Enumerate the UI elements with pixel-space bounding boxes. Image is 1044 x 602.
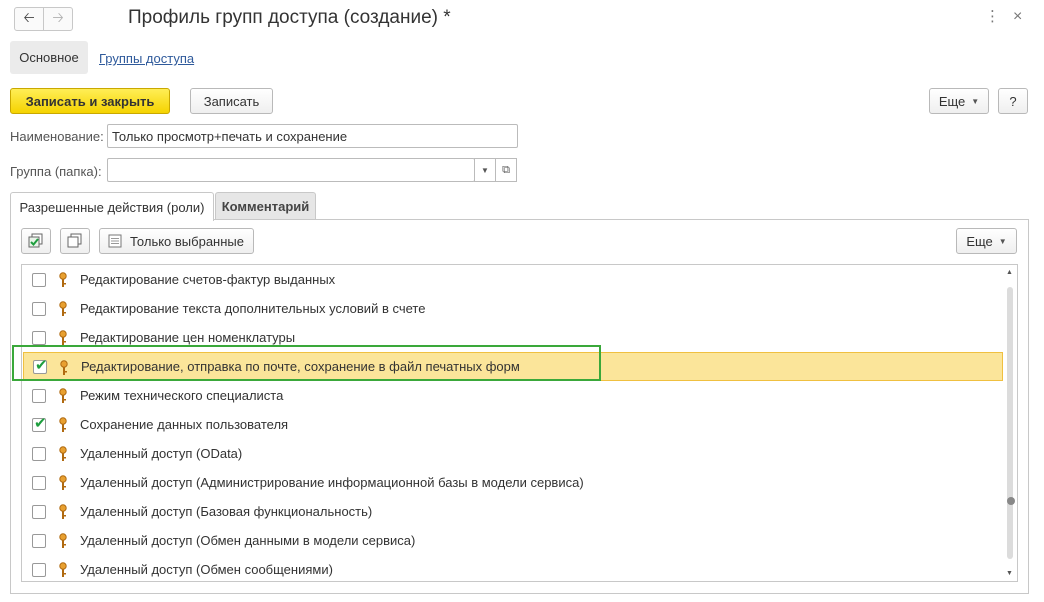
key-icon <box>59 272 67 287</box>
save-and-close-button[interactable]: Записать и закрыть <box>10 88 170 114</box>
key-icon <box>59 388 67 403</box>
chevron-down-icon: ▼ <box>971 96 980 106</box>
arrow-left-icon: 🡠 <box>23 9 35 25</box>
list-item[interactable]: Редактирование счетов-фактур выданных <box>22 265 1005 294</box>
more-button[interactable]: Еще ▼ <box>929 88 989 114</box>
list-more-label: Еще <box>966 233 993 249</box>
check-all-icon <box>28 233 43 248</box>
only-selected-button[interactable]: Только выбранные <box>99 228 254 254</box>
list-icon <box>108 234 122 248</box>
more-vertical-icon[interactable]: ⋮ <box>985 8 1000 26</box>
role-label: Редактирование цен номенклатуры <box>80 330 296 345</box>
only-selected-label: Только выбранные <box>130 233 244 249</box>
list-item[interactable]: Удаленный доступ (Администрирование инфо… <box>22 468 1005 497</box>
check-icon: ✔ <box>35 356 48 374</box>
list-item-selected[interactable]: ✔ Редактирование, отправка по почте, сох… <box>23 352 1003 381</box>
group-field[interactable] <box>107 158 475 182</box>
list-item[interactable]: Удаленный доступ (OData) <box>22 439 1005 468</box>
help-button[interactable]: ? <box>998 88 1028 114</box>
check-icon: ✔ <box>34 414 47 432</box>
list-scrollbar[interactable]: ▲ ▼ <box>1005 269 1015 577</box>
key-icon <box>59 446 67 461</box>
name-label: Наименование: <box>10 129 104 144</box>
key-icon <box>59 301 67 316</box>
back-button[interactable]: 🡠 <box>14 7 44 31</box>
close-icon[interactable]: × <box>1013 8 1022 26</box>
uncheck-all-button[interactable] <box>60 228 90 254</box>
key-icon <box>59 504 67 519</box>
more-button-label: Еще <box>938 93 966 109</box>
open-window-icon: ⧉ <box>502 163 510 176</box>
role-label: Удаленный доступ (Базовая функциональнос… <box>80 504 373 519</box>
group-dropdown-button[interactable]: ▼ <box>474 158 496 182</box>
group-label: Группа (папка): <box>10 164 102 179</box>
key-icon <box>59 417 67 432</box>
scroll-track[interactable] <box>1007 287 1015 559</box>
forward-button[interactable]: 🡢 <box>43 7 73 31</box>
scroll-down-icon[interactable]: ▼ <box>1006 570 1013 577</box>
role-checkbox[interactable] <box>32 330 46 345</box>
role-label: Удаленный доступ (Обмен данными в модели… <box>80 533 416 548</box>
window-title: Профиль групп доступа (создание) * <box>128 7 451 28</box>
role-label: Редактирование счетов-фактур выданных <box>80 272 336 287</box>
check-all-button[interactable] <box>21 228 51 254</box>
tab-roles[interactable]: Разрешенные действия (роли) <box>10 192 214 221</box>
role-checkbox[interactable]: ✔ <box>32 414 47 432</box>
chevron-down-icon: ▼ <box>481 165 489 175</box>
role-label: Режим технического специалиста <box>80 388 284 403</box>
list-item[interactable]: ✔ Сохранение данных пользователя <box>22 410 1005 439</box>
roles-list: Редактирование счетов-фактур выданных Ре… <box>21 264 1018 582</box>
role-checkbox[interactable] <box>32 301 46 316</box>
uncheck-all-icon <box>67 233 82 248</box>
role-label: Редактирование, отправка по почте, сохра… <box>81 359 520 374</box>
key-icon <box>59 475 67 490</box>
key-icon <box>59 330 67 345</box>
role-label: Сохранение данных пользователя <box>80 417 289 432</box>
role-checkbox[interactable] <box>32 475 46 490</box>
list-more-button[interactable]: Еще ▼ <box>956 228 1017 254</box>
key-icon <box>60 360 68 375</box>
name-field[interactable]: Только просмотр+печать и сохранение <box>107 124 518 148</box>
role-label: Редактирование текста дополнительных усл… <box>80 301 426 316</box>
key-icon <box>59 562 67 577</box>
scroll-thumb[interactable] <box>1007 497 1015 505</box>
list-item[interactable]: Удаленный доступ (Базовая функциональнос… <box>22 497 1005 526</box>
group-open-button[interactable]: ⧉ <box>495 158 517 182</box>
arrow-right-icon: 🡢 <box>52 9 64 25</box>
role-checkbox[interactable] <box>32 562 46 577</box>
list-item[interactable]: Редактирование текста дополнительных усл… <box>22 294 1005 323</box>
list-item[interactable]: Режим технического специалиста <box>22 381 1005 410</box>
section-access-groups-link[interactable]: Группы доступа <box>99 51 194 66</box>
role-label: Удаленный доступ (OData) <box>80 446 243 461</box>
role-checkbox[interactable] <box>32 388 46 403</box>
role-label: Удаленный доступ (Обмен сообщениями) <box>80 562 333 577</box>
role-checkbox[interactable] <box>32 272 46 287</box>
key-icon <box>59 533 67 548</box>
role-checkbox[interactable] <box>32 533 46 548</box>
list-item[interactable]: Редактирование цен номенклатуры <box>22 323 1005 352</box>
chevron-down-icon: ▼ <box>998 236 1007 246</box>
scroll-up-icon[interactable]: ▲ <box>1006 269 1013 276</box>
role-checkbox[interactable] <box>32 504 46 519</box>
role-label: Удаленный доступ (Администрирование инфо… <box>80 475 584 490</box>
list-item[interactable]: Удаленный доступ (Обмен сообщениями) <box>22 555 1005 581</box>
tab-comment[interactable]: Комментарий <box>215 192 316 220</box>
role-checkbox[interactable] <box>32 446 46 461</box>
section-main[interactable]: Основное <box>10 41 88 74</box>
role-checkbox[interactable]: ✔ <box>33 356 48 374</box>
save-button[interactable]: Записать <box>190 88 273 114</box>
list-item[interactable]: Удаленный доступ (Обмен данными в модели… <box>22 526 1005 555</box>
